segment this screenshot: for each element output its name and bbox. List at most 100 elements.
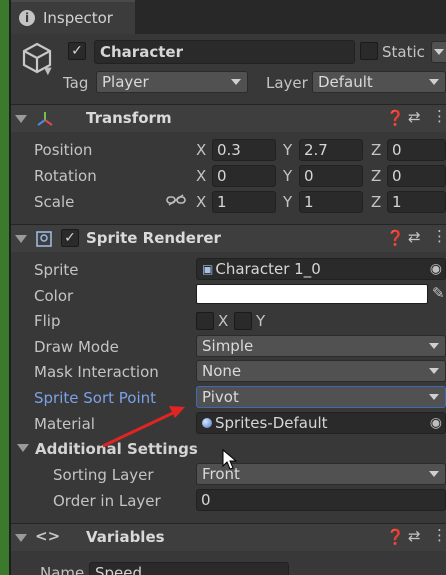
object-picker-icon[interactable]: ◉ <box>430 415 442 431</box>
static-label: Static <box>382 43 425 61</box>
order-in-layer-value: 0 <box>201 491 211 509</box>
sprite-sort-point-value: Pivot <box>202 388 239 406</box>
tab-inspector[interactable]: i Inspector <box>11 0 135 34</box>
position-z-value: 0 <box>392 141 402 159</box>
transform-foldout-icon[interactable] <box>15 115 27 123</box>
sprite-value: Character 1_0 <box>215 260 321 278</box>
axis-z-label[interactable]: Z <box>371 193 381 211</box>
flip-label: Flip <box>34 312 61 330</box>
flip-y-checkbox[interactable] <box>234 312 252 330</box>
sprite-asset-icon: ▣ <box>202 262 214 276</box>
presets-icon[interactable]: ⇄ <box>408 228 421 246</box>
scale-label: Scale <box>34 193 75 211</box>
transform-title: Transform <box>86 109 172 127</box>
static-checkbox[interactable] <box>360 42 378 60</box>
tag-value: Player <box>102 73 149 91</box>
help-icon[interactable]: ❓ <box>386 109 405 127</box>
object-name-field[interactable]: Character <box>94 40 355 64</box>
additional-settings-foldout-icon[interactable] <box>17 444 29 452</box>
rotation-x-field[interactable]: 0 <box>212 165 276 187</box>
rotation-label: Rotation <box>34 167 97 185</box>
kebab-menu-icon[interactable]: ⋮ <box>432 526 446 544</box>
flip-x-label: X <box>218 312 229 330</box>
draw-mode-dropdown[interactable]: Simple <box>196 335 446 357</box>
order-in-layer-field[interactable]: 0 <box>196 489 446 511</box>
annotation-arrowhead-icon <box>169 406 185 418</box>
variable-name-value: Speed <box>95 564 143 575</box>
flip-y-label: Y <box>256 312 266 330</box>
position-y-field[interactable]: 2.7 <box>299 139 363 161</box>
layer-dropdown[interactable]: Default <box>312 71 446 93</box>
mask-interaction-value: None <box>202 362 242 380</box>
info-icon: i <box>19 10 35 26</box>
rotation-z-field[interactable]: 0 <box>387 165 446 187</box>
axis-y-label[interactable]: Y <box>283 141 292 159</box>
draw-mode-label: Draw Mode <box>34 338 119 356</box>
icon-dropdown-icon[interactable]: ▼ <box>44 66 52 77</box>
color-label: Color <box>34 287 74 305</box>
variables-title: Variables <box>86 528 165 546</box>
sprite-label: Sprite <box>34 261 79 279</box>
variables-header[interactable]: <> Variables ❓ ⇄ ⋮ <box>11 523 446 551</box>
mask-interaction-dropdown[interactable]: None <box>196 360 446 382</box>
position-x-value: 0.3 <box>217 141 241 159</box>
static-dropdown[interactable] <box>431 41 446 63</box>
tag-dropdown[interactable]: Player <box>96 71 248 93</box>
position-label: Position <box>34 141 93 159</box>
flip-x-checkbox[interactable] <box>196 312 214 330</box>
color-swatch[interactable] <box>196 284 428 304</box>
order-in-layer-label: Order in Layer <box>53 492 161 510</box>
tab-label: Inspector <box>43 9 113 27</box>
material-value: Sprites-Default <box>215 414 328 432</box>
help-icon[interactable]: ❓ <box>386 229 405 247</box>
axis-y-label[interactable]: Y <box>283 193 292 211</box>
sprite-renderer-title: Sprite Renderer <box>86 229 221 247</box>
scale-z-field[interactable]: 1 <box>387 191 446 213</box>
rotation-y-field[interactable]: 0 <box>299 165 363 187</box>
kebab-menu-icon[interactable]: ⋮ <box>432 227 446 245</box>
presets-icon[interactable]: ⇄ <box>408 108 421 126</box>
sprite-sort-point-dropdown[interactable]: Pivot <box>196 386 446 408</box>
axis-x-label[interactable]: X <box>196 193 206 211</box>
additional-settings-title[interactable]: Additional Settings <box>35 440 198 458</box>
axis-y-label[interactable]: Y <box>283 167 292 185</box>
object-name-text: Character <box>100 43 183 61</box>
axis-z-label[interactable]: Z <box>371 141 381 159</box>
axis-x-label[interactable]: X <box>196 141 206 159</box>
sprite-renderer-header[interactable]: ✓ Sprite Renderer ❓ ⇄ ⋮ <box>11 224 446 252</box>
variable-name-field[interactable]: Speed <box>89 562 289 575</box>
scale-z-value: 1 <box>392 193 402 211</box>
sorting-layer-label: Sorting Layer <box>53 466 154 484</box>
axis-x-label[interactable]: X <box>196 167 206 185</box>
script-code-icon: <> <box>35 527 61 545</box>
variable-name-label: Name <box>40 564 85 575</box>
sprite-renderer-foldout-icon[interactable] <box>15 235 27 243</box>
material-field[interactable]: Sprites-Default ◉ <box>196 412 446 434</box>
sprite-field[interactable]: ▣ Character 1_0 ◉ <box>196 258 446 280</box>
tag-label: Tag <box>63 74 89 92</box>
layer-value: Default <box>318 73 373 91</box>
presets-icon[interactable]: ⇄ <box>408 527 421 545</box>
sprite-renderer-enabled-checkbox[interactable]: ✓ <box>61 229 79 247</box>
help-icon[interactable]: ❓ <box>386 528 405 546</box>
eyedropper-icon[interactable]: ✎ <box>432 284 445 302</box>
transform-header[interactable]: Transform ❓ ⇄ ⋮ <box>11 104 446 132</box>
scale-x-value: 1 <box>217 193 227 211</box>
axis-z-label[interactable]: Z <box>371 167 381 185</box>
constrain-proportions-icon[interactable] <box>166 193 186 207</box>
object-picker-icon[interactable]: ◉ <box>430 261 442 277</box>
layer-label: Layer <box>266 74 308 92</box>
draw-mode-value: Simple <box>202 337 254 355</box>
inspector-panel: i Inspector ▼ ✓ Character Static Tag Pla… <box>11 0 446 575</box>
position-z-field[interactable]: 0 <box>387 139 446 161</box>
kebab-menu-icon[interactable]: ⋮ <box>432 107 446 125</box>
active-checkbox[interactable]: ✓ <box>68 42 86 60</box>
scale-y-field[interactable]: 1 <box>299 191 363 213</box>
sprite-sort-point-label: Sprite Sort Point <box>34 389 157 407</box>
variables-foldout-icon[interactable] <box>15 534 27 542</box>
position-x-field[interactable]: 0.3 <box>212 139 276 161</box>
rotation-y-value: 0 <box>304 167 314 185</box>
scale-y-value: 1 <box>304 193 314 211</box>
scale-x-field[interactable]: 1 <box>212 191 276 213</box>
rotation-x-value: 0 <box>217 167 227 185</box>
